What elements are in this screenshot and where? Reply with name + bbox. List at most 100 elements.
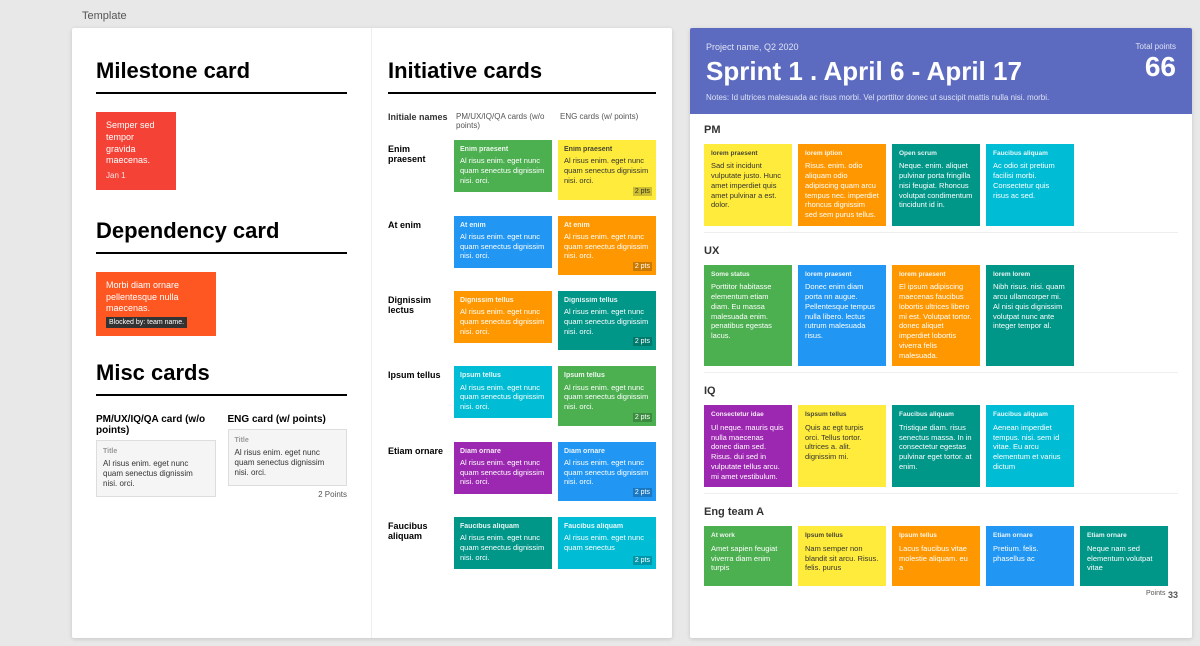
init-card-1: Faucibus aliquam Al risus enim. eget nun… bbox=[454, 517, 552, 569]
sprint-card: At work Amet sapien feugiat viverra diam… bbox=[704, 526, 792, 586]
init-card-text-2: Al risus enim. eget nunc quam senectus bbox=[564, 533, 650, 553]
row-label: Ipsum tellus bbox=[388, 366, 448, 380]
init-card-2: Enim praesent Al risus enim. eget nunc q… bbox=[558, 140, 656, 199]
init-card-2: Diam ornare Al risus enim. eget nunc qua… bbox=[558, 442, 656, 501]
initiative-row: Enim praesent Enim praesent Al risus eni… bbox=[388, 140, 656, 199]
sprint-card-text: Pretium. felis. phasellus ac bbox=[993, 544, 1067, 564]
sprint-body: PM lorem praesent Sad sit incidunt vulpu… bbox=[690, 114, 1192, 624]
init-card-points: 2 pts bbox=[633, 187, 652, 196]
initiative-col-2: Enim praesent Al risus enim. eget nunc q… bbox=[558, 140, 656, 199]
initiative-rows-container: Enim praesent Enim praesent Al risus eni… bbox=[388, 140, 656, 569]
sprint-card-text: Risus. enim. odio aliquam odio adipiscin… bbox=[805, 161, 879, 220]
milestone-divider bbox=[96, 92, 347, 94]
initiative-row: Ipsum tellus Ipsum tellus Al risus enim.… bbox=[388, 366, 656, 425]
initiative-col-2: Ipsum tellus Al risus enim. eget nunc qu… bbox=[558, 366, 656, 425]
init-card-label-2: Dignissim tellus bbox=[564, 296, 650, 305]
init-card-text-1: Al risus enim. eget nunc quam senectus d… bbox=[460, 533, 546, 562]
init-card-1: Diam ornare Al risus enim. eget nunc qua… bbox=[454, 442, 552, 494]
init-card-text-2: Al risus enim. eget nunc quam senectus d… bbox=[564, 232, 650, 261]
initiative-col-1: Diam ornare Al risus enim. eget nunc qua… bbox=[454, 442, 552, 494]
sprint-card-text: Ul neque. mauris quis nulla maecenas don… bbox=[711, 423, 785, 482]
initiative-col-1: Dignissim tellus Al risus enim. eget nun… bbox=[454, 291, 552, 343]
sprint-card-text: Amet sapien feugiat viverra diam enim tu… bbox=[711, 544, 785, 573]
init-card-points: 2 pts bbox=[633, 337, 652, 346]
sprint-total-points: Total points 66 bbox=[1136, 42, 1176, 83]
misc-title: Misc cards bbox=[96, 360, 347, 386]
milestone-card-preview: Semper sed tempor gravida maecenas. Jan … bbox=[96, 112, 176, 189]
row-label: Faucibus aliquam bbox=[388, 517, 448, 541]
sprint-card-text: Ac odio sit pretium facilisi morbi. Cons… bbox=[993, 161, 1067, 200]
init-card-label-1: Enim praesent bbox=[460, 145, 546, 154]
team-points-value: 33 bbox=[1168, 590, 1178, 600]
sprint-card-text: Neque nam sed elementum volutpat vitae bbox=[1087, 544, 1161, 573]
team-points-label: Points bbox=[1146, 590, 1165, 600]
initiative-panel: Initiative cards Initiale names PM/UX/IQ… bbox=[372, 28, 672, 638]
init-card-2: Dignissim tellus Al risus enim. eget nun… bbox=[558, 291, 656, 350]
sprint-card: Faucibus aliquam Tristique diam. risus s… bbox=[892, 405, 980, 487]
misc-cards-row: PM/UX/IQ/QA card (w/o points) Title Al r… bbox=[96, 414, 347, 498]
initiative-title: Initiative cards bbox=[388, 58, 656, 84]
initiative-col-1: At enim Al risus enim. eget nunc quam se… bbox=[454, 216, 552, 268]
sprint-card: lorem lorem Nibh risus. nisi. quam arcu … bbox=[986, 265, 1074, 366]
milestone-card-text: Semper sed tempor gravida maecenas. bbox=[106, 120, 166, 167]
init-card-label-2: Ipsum tellus bbox=[564, 371, 650, 380]
row-label: Enim praesent bbox=[388, 140, 448, 164]
init-card-points: 2 pts bbox=[633, 556, 652, 565]
sprint-card-status: Faucibus aliquam bbox=[899, 411, 973, 419]
init-card-label-2: At enim bbox=[564, 221, 650, 230]
init-card-text-2: Al risus enim. eget nunc quam senectus d… bbox=[564, 307, 650, 336]
init-card-label-1: Faucibus aliquam bbox=[460, 522, 546, 531]
initiative-headers: Initiale names PM/UX/IQ/QA cards (w/o po… bbox=[388, 112, 656, 130]
sprint-total-value: 66 bbox=[1136, 51, 1176, 83]
sprint-card: Faucibus aliquam Aenean imperdiet tempus… bbox=[986, 405, 1074, 487]
misc-col-1: PM/UX/IQ/QA card (w/o points) Title Al r… bbox=[96, 414, 216, 498]
init-card-text-1: Al risus enim. eget nunc quam senectus d… bbox=[460, 458, 546, 487]
misc-col-2: ENG card (w/ points) Title Al risus enim… bbox=[228, 414, 348, 498]
milestone-card-label: Jan 1 bbox=[106, 171, 166, 181]
sprint-team-label: PM bbox=[704, 124, 1178, 136]
init-card-text-2: Al risus enim. eget nunc quam senectus d… bbox=[564, 156, 650, 185]
sprint-card: lorem praesent Donec enim diam porta nn … bbox=[798, 265, 886, 366]
sprint-card-text: El ipsum adipiscing maecenas faucibus lo… bbox=[899, 282, 973, 360]
sprint-project-name: Project name, Q2 2020 bbox=[706, 42, 1176, 52]
sprint-team-label: UX bbox=[704, 245, 1178, 257]
sprint-card: Consectetur idae Ul neque. mauris quis n… bbox=[704, 405, 792, 487]
row-label: Dignissim lectus bbox=[388, 291, 448, 315]
misc-card-1: Title Al risus enim. eget nunc quam sene… bbox=[96, 440, 216, 496]
sprint-card-status: Etiam ornare bbox=[1087, 532, 1161, 540]
misc-card-title-1: Title bbox=[103, 447, 209, 456]
init-card-text-1: Al risus enim. eget nunc quam senectus d… bbox=[460, 307, 546, 336]
dependency-card-text: Morbi diam ornare pellentesque nulla mae… bbox=[106, 280, 206, 315]
sprint-title: Sprint 1 . April 6 - April 17 bbox=[706, 56, 1176, 87]
initiative-row: Faucibus aliquam Faucibus aliquam Al ris… bbox=[388, 517, 656, 569]
misc-card-title-2: Title bbox=[235, 436, 341, 445]
sprint-card-status: lorem praesent bbox=[899, 271, 973, 279]
row-label: Etiam ornare bbox=[388, 442, 448, 456]
sprint-cards-grid: Consectetur idae Ul neque. mauris quis n… bbox=[704, 405, 1178, 487]
init-card-points: 2 pts bbox=[633, 262, 652, 271]
sprint-card-status: Open scrum bbox=[899, 150, 973, 158]
sprint-card-text: Quis ac egt turpis orci. Tellus tortor. … bbox=[805, 423, 879, 462]
blocked-label: Blocked by: team name. bbox=[106, 317, 187, 328]
template-label: Template bbox=[82, 10, 127, 22]
col2-header: ENG cards (w/ points) bbox=[560, 112, 656, 130]
col0-header: Initiale names bbox=[388, 112, 448, 130]
sprint-card-status: At work bbox=[711, 532, 785, 540]
initiative-divider bbox=[388, 92, 656, 94]
misc-points: 2 Points bbox=[228, 490, 348, 499]
initiative-row: Etiam ornare Diam ornare Al risus enim. … bbox=[388, 442, 656, 501]
sprint-card-text: Nam semper non blandit sit arcu. Risus. … bbox=[805, 544, 879, 573]
sprint-team-section: Eng team A At work Amet sapien feugiat v… bbox=[704, 506, 1178, 600]
sprint-card-status: Faucibus aliquam bbox=[993, 150, 1067, 158]
initiative-col-2: Dignissim tellus Al risus enim. eget nun… bbox=[558, 291, 656, 350]
misc-card-text-2: Al risus enim. eget nunc quam senectus d… bbox=[235, 448, 341, 479]
sprint-cards-grid: At work Amet sapien feugiat viverra diam… bbox=[704, 526, 1178, 586]
sprint-card: Etiam ornare Neque nam sed elementum vol… bbox=[1080, 526, 1168, 586]
initiative-col-2: Diam ornare Al risus enim. eget nunc qua… bbox=[558, 442, 656, 501]
sprint-card-text: Nibh risus. nisi. quam arcu ullamcorper … bbox=[993, 282, 1067, 331]
init-card-text-1: Al risus enim. eget nunc quam senectus d… bbox=[460, 232, 546, 261]
sprint-card-text: Aenean imperdiet tempus. nisi. sem id vi… bbox=[993, 423, 1067, 472]
init-card-text-1: Al risus enim. eget nunc quam senectus d… bbox=[460, 156, 546, 185]
sprint-team-footer: Points 33 bbox=[704, 590, 1178, 600]
init-card-text-2: Al risus enim. eget nunc quam senectus d… bbox=[564, 458, 650, 487]
